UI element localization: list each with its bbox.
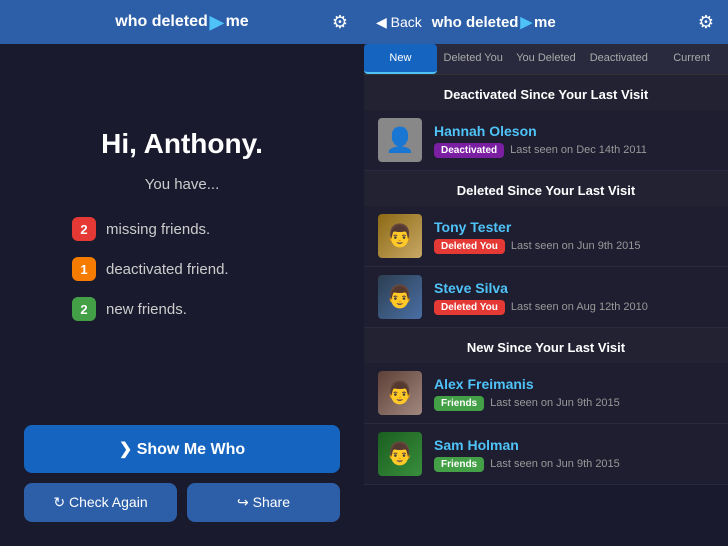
avatar-alex-icon: 👨: [386, 380, 413, 406]
avatar-hannah: 👤: [378, 118, 422, 162]
tabs-bar: New Deleted You You Deleted Deactivated …: [364, 44, 728, 75]
status-badge-sam: Friends: [434, 457, 484, 472]
left-title-me: me: [226, 13, 249, 31]
right-app-title: who deleted ▶ me: [432, 13, 556, 31]
friend-meta-hannah: Deactivated Last seen on Dec 14th 2011: [434, 143, 714, 158]
friend-info-steve: Steve Silva Deleted You Last seen on Aug…: [434, 280, 714, 315]
stat-row-missing: 2 missing friends.: [72, 217, 292, 241]
last-seen-hannah: Last seen on Dec 14th 2011: [510, 144, 647, 156]
you-have-text: You have...: [145, 176, 220, 193]
friend-row-hannah: 👤 Hannah Oleson Deactivated Last seen on…: [364, 110, 728, 171]
section-header-new: New Since Your Last Visit: [364, 328, 728, 363]
friend-name-sam: Sam Holman: [434, 437, 714, 453]
deactivated-badge: 1: [72, 257, 96, 281]
avatar-sam: 👨: [378, 432, 422, 476]
avatar-sam-icon: 👨: [386, 441, 413, 467]
check-again-button[interactable]: ↻ Check Again: [24, 483, 177, 522]
friend-meta-sam: Friends Last seen on Jun 9th 2015: [434, 457, 714, 472]
new-badge: 2: [72, 297, 96, 321]
status-badge-alex: Friends: [434, 396, 484, 411]
last-seen-alex: Last seen on Jun 9th 2015: [490, 397, 620, 409]
stat-row-new: 2 new friends.: [72, 297, 292, 321]
avatar-alex: 👨: [378, 371, 422, 415]
status-badge-steve: Deleted You: [434, 300, 505, 315]
right-settings-icon[interactable]: ⚙: [698, 12, 714, 33]
left-panel: who deleted ▶ me ⚙ Hi, Anthony. You have…: [0, 0, 364, 546]
friend-row-sam: 👨 Sam Holman Friends Last seen on Jun 9t…: [364, 424, 728, 485]
right-panel: ◀ Back who deleted ▶ me ⚙ New Deleted Yo…: [364, 0, 728, 546]
last-seen-steve: Last seen on Aug 12th 2010: [511, 301, 648, 313]
show-me-who-button[interactable]: ❯ Show Me Who: [24, 425, 340, 473]
friend-name-tony: Tony Tester: [434, 219, 714, 235]
right-title-arrow: ▶: [520, 13, 532, 31]
status-badge-hannah: Deactivated: [434, 143, 504, 158]
stat-row-deactivated: 1 deactivated friend.: [72, 257, 292, 281]
right-header: ◀ Back who deleted ▶ me ⚙: [364, 0, 728, 44]
left-title-arrow: ▶: [210, 12, 224, 33]
friend-info-hannah: Hannah Oleson Deactivated Last seen on D…: [434, 123, 714, 158]
right-content: Deactivated Since Your Last Visit 👤 Hann…: [364, 75, 728, 546]
back-button[interactable]: ◀ Back: [376, 14, 422, 31]
missing-label: missing friends.: [106, 221, 210, 238]
left-app-title: who deleted ▶ me: [115, 12, 248, 33]
avatar-steve-icon: 👨: [386, 284, 413, 310]
friend-meta-alex: Friends Last seen on Jun 9th 2015: [434, 396, 714, 411]
friend-row-steve: 👨 Steve Silva Deleted You Last seen on A…: [364, 267, 728, 328]
friend-name-hannah: Hannah Oleson: [434, 123, 714, 139]
avatar-tony: 👨: [378, 214, 422, 258]
last-seen-tony: Last seen on Jun 9th 2015: [511, 240, 641, 252]
avatar-tony-icon: 👨: [386, 223, 413, 249]
share-button[interactable]: ↪ Share: [187, 483, 340, 522]
friend-name-alex: Alex Freimanis: [434, 376, 714, 392]
left-content: Hi, Anthony. You have... 2 missing frien…: [0, 44, 364, 409]
left-header: who deleted ▶ me ⚙: [0, 0, 364, 44]
avatar-placeholder-icon: 👤: [385, 126, 415, 155]
left-title-text: who deleted: [115, 13, 207, 31]
right-title-text: who deleted: [432, 14, 519, 31]
missing-badge: 2: [72, 217, 96, 241]
friend-name-steve: Steve Silva: [434, 280, 714, 296]
tab-current[interactable]: Current: [655, 44, 728, 74]
friend-row-tony: 👨 Tony Tester Deleted You Last seen on J…: [364, 206, 728, 267]
last-seen-sam: Last seen on Jun 9th 2015: [490, 458, 620, 470]
new-label: new friends.: [106, 301, 187, 318]
tab-deleted-you[interactable]: Deleted You: [437, 44, 510, 74]
avatar-steve: 👨: [378, 275, 422, 319]
section-header-deactivated: Deactivated Since Your Last Visit: [364, 75, 728, 110]
status-badge-tony: Deleted You: [434, 239, 505, 254]
deactivated-label: deactivated friend.: [106, 261, 229, 278]
right-title-me: me: [534, 14, 556, 31]
friend-info-tony: Tony Tester Deleted You Last seen on Jun…: [434, 219, 714, 254]
left-settings-icon[interactable]: ⚙: [332, 12, 348, 33]
tab-you-deleted[interactable]: You Deleted: [510, 44, 583, 74]
section-header-deleted: Deleted Since Your Last Visit: [364, 171, 728, 206]
friend-info-sam: Sam Holman Friends Last seen on Jun 9th …: [434, 437, 714, 472]
greeting-text: Hi, Anthony.: [101, 128, 263, 160]
friend-meta-steve: Deleted You Last seen on Aug 12th 2010: [434, 300, 714, 315]
left-buttons: ❯ Show Me Who ↻ Check Again ↪ Share: [0, 409, 364, 546]
friend-row-alex: 👨 Alex Freimanis Friends Last seen on Ju…: [364, 363, 728, 424]
friend-info-alex: Alex Freimanis Friends Last seen on Jun …: [434, 376, 714, 411]
bottom-button-row: ↻ Check Again ↪ Share: [24, 483, 340, 522]
friend-meta-tony: Deleted You Last seen on Jun 9th 2015: [434, 239, 714, 254]
tab-new[interactable]: New: [364, 44, 437, 74]
tab-deactivated[interactable]: Deactivated: [582, 44, 655, 74]
